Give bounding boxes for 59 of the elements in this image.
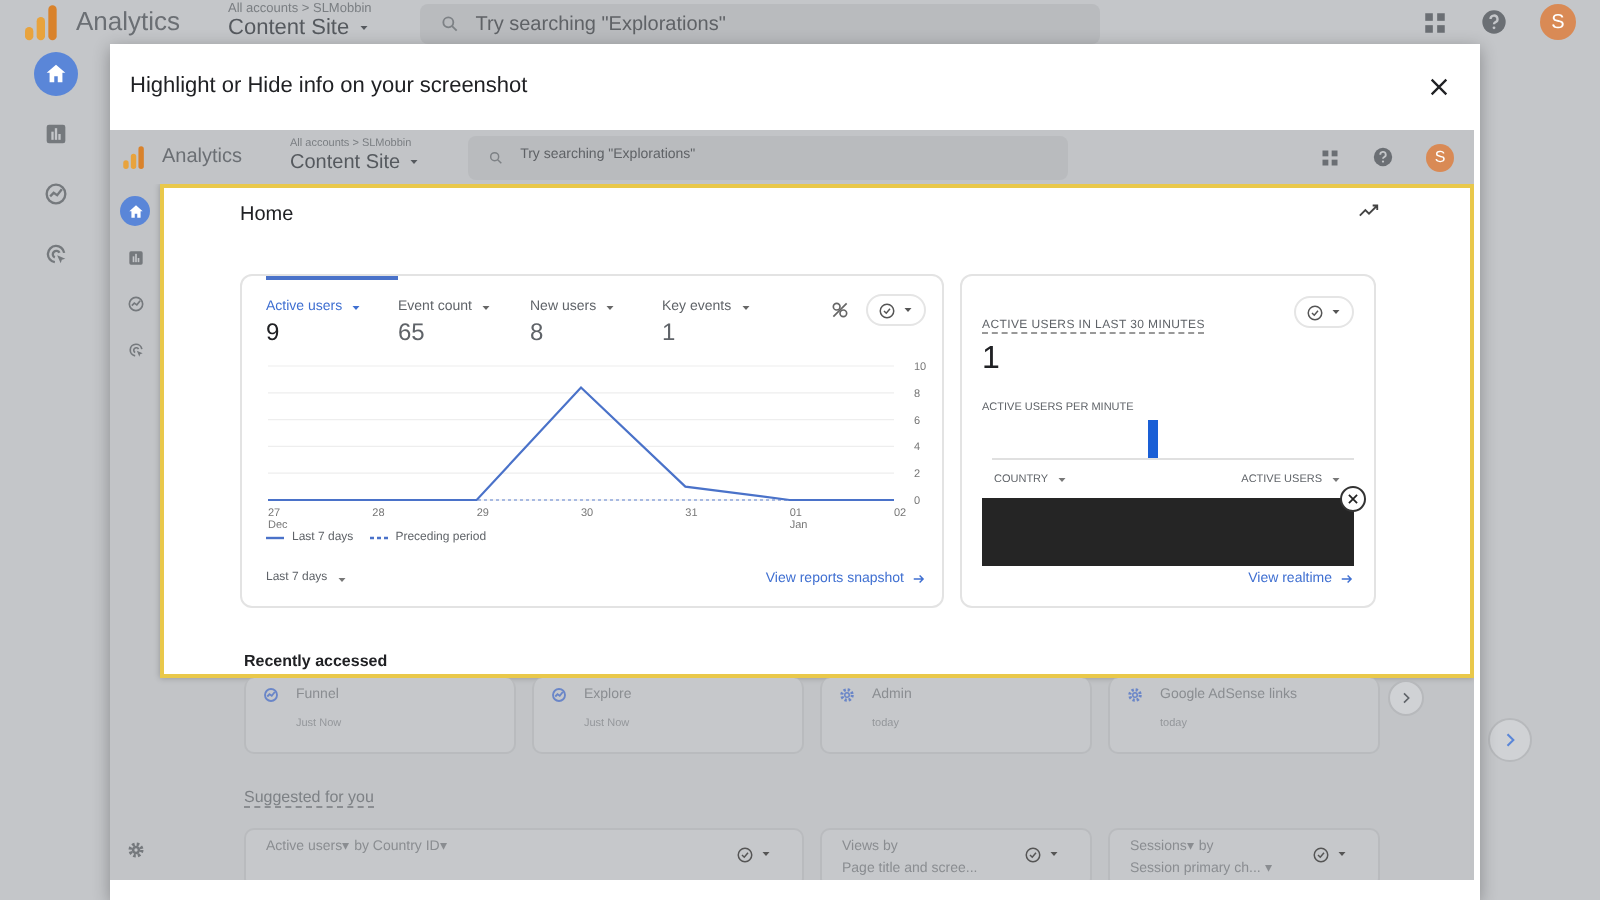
caret-icon[interactable]	[479, 302, 492, 315]
caret-icon[interactable]	[760, 848, 772, 860]
analytics-logo-icon	[120, 144, 146, 170]
caret-icon[interactable]	[1048, 848, 1060, 860]
caret-icon[interactable]	[739, 302, 752, 315]
property-selector[interactable]: Content Site	[290, 151, 421, 174]
home-icon[interactable]	[41, 60, 69, 88]
caret-icon[interactable]	[1330, 474, 1342, 487]
trend-circle-icon	[262, 686, 280, 704]
caret-icon[interactable]	[1330, 306, 1342, 318]
search-field[interactable]: Try searching "Explorations"	[419, 4, 1100, 44]
product-name: Analytics	[162, 144, 243, 172]
trend-circle-icon	[550, 686, 568, 704]
search-icon	[488, 149, 505, 165]
apps-grid-icon[interactable]	[1422, 9, 1448, 35]
help-icon[interactable]	[1480, 8, 1508, 36]
bar-chart-icon[interactable]	[41, 120, 69, 148]
help-icon[interactable]	[1372, 146, 1394, 168]
close-icon[interactable]	[1346, 491, 1360, 505]
property-selector[interactable]: Content Site	[228, 17, 372, 40]
gear-icon	[1126, 686, 1144, 704]
arrow-icon[interactable]	[912, 572, 926, 587]
trend-circle-icon[interactable]	[41, 180, 69, 208]
avatar[interactable]: S	[1540, 4, 1576, 40]
gear-icon	[838, 686, 856, 704]
realtime-value: 1	[982, 344, 1002, 376]
caret-icon[interactable]	[902, 304, 914, 316]
section-title: Suggested for you	[244, 788, 374, 808]
status-dropdown[interactable]	[1294, 296, 1354, 328]
section-title: Recently accessed	[244, 650, 390, 674]
caret-icon[interactable]	[357, 22, 370, 35]
page-title: Home	[240, 202, 294, 230]
arrow-icon[interactable]	[1340, 572, 1354, 587]
home-nav-button[interactable]	[33, 52, 77, 96]
caret-icon[interactable]	[1056, 474, 1069, 487]
caret-icon[interactable]	[604, 302, 617, 315]
check-circle-icon[interactable]	[1312, 845, 1330, 863]
target-cursor-icon[interactable]	[41, 240, 69, 268]
check-circle-icon[interactable]	[1024, 845, 1042, 863]
avatar[interactable]: S	[1426, 143, 1454, 171]
compare-icon[interactable]	[830, 300, 850, 320]
dialog-title: Highlight or Hide info on your screenshot	[130, 72, 528, 103]
check-circle-icon[interactable]	[1306, 303, 1324, 321]
check-circle-icon[interactable]	[878, 301, 896, 319]
product-name: Analytics	[76, 4, 181, 41]
legend-swatch-icon	[266, 534, 284, 543]
apps-grid-icon[interactable]	[1320, 147, 1340, 167]
analytics-logo-icon	[20, 2, 60, 42]
remove-button[interactable]	[1340, 485, 1366, 511]
caret-icon[interactable]	[408, 156, 421, 169]
check-circle-icon[interactable]	[736, 845, 754, 863]
caret-icon[interactable]	[335, 573, 348, 586]
status-dropdown[interactable]	[866, 294, 926, 326]
caret-icon[interactable]	[350, 302, 363, 315]
chevron-right-icon[interactable]	[1398, 690, 1414, 706]
legend-swatch-icon	[369, 534, 388, 543]
search-icon	[439, 14, 460, 34]
caret-icon[interactable]	[1336, 848, 1348, 860]
trend-icon[interactable]	[1358, 200, 1380, 222]
